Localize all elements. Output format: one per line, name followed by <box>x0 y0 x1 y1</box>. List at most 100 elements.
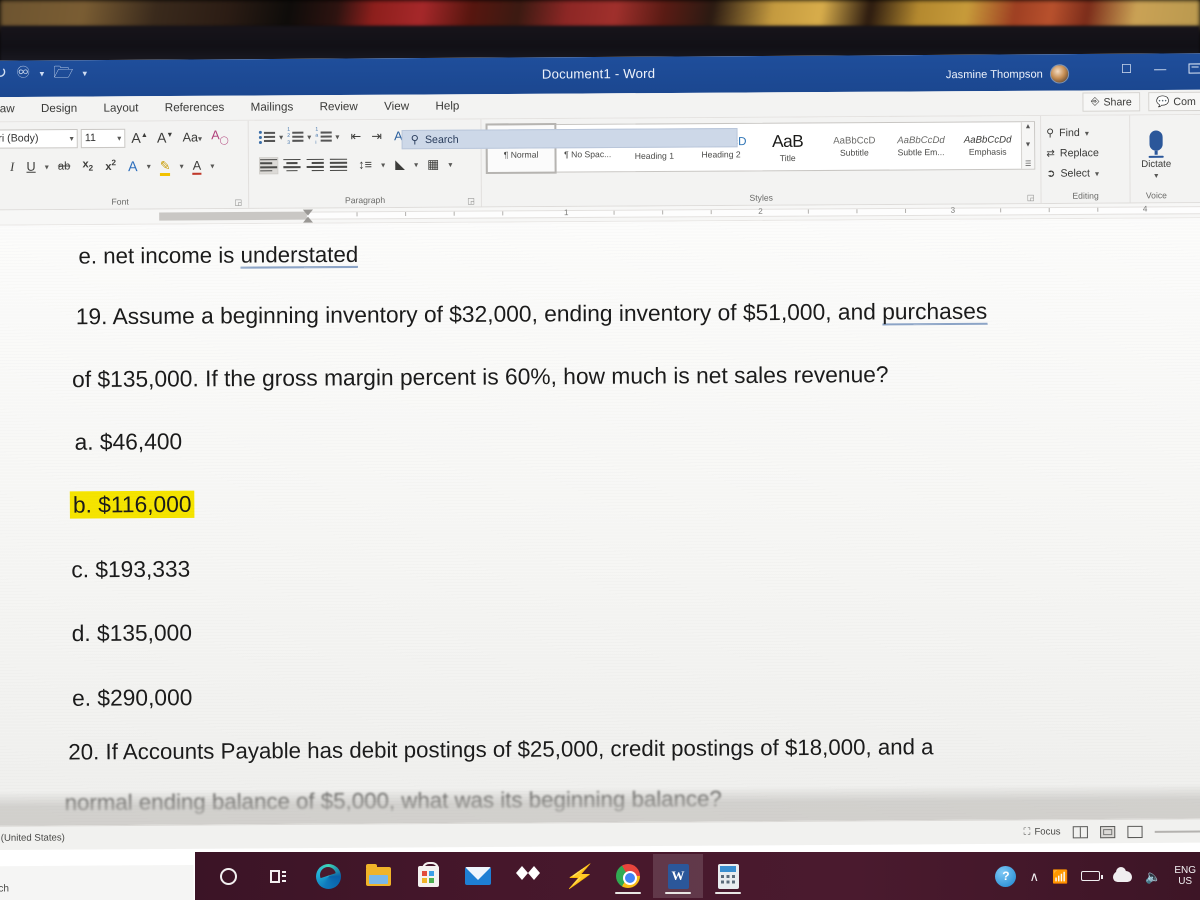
borders-chevron-icon[interactable]: ▾ <box>448 160 452 169</box>
shading-icon[interactable]: ◣ <box>391 156 408 173</box>
more-styles-icon[interactable]: ☰ <box>1022 160 1034 168</box>
tab-references[interactable]: References <box>152 102 238 115</box>
restore-button[interactable] <box>1188 63 1200 74</box>
shazam-icon[interactable]: ⚡ <box>553 854 603 898</box>
font-color-icon[interactable]: A <box>190 157 205 175</box>
scroll-up-icon[interactable]: ▲ <box>1022 123 1034 130</box>
italic-button[interactable]: I <box>7 158 17 175</box>
replace-button[interactable]: ⇄ Replace <box>1046 143 1124 164</box>
style-item-emphasis[interactable]: AaBbCcDd Emphasis <box>954 122 1021 169</box>
wifi-icon[interactable]: 📶 <box>1052 870 1068 883</box>
style-item-subtle-emphasis[interactable]: AaBbCcDd Subtle Em... <box>888 123 955 170</box>
underline-chevron-icon[interactable]: ▾ <box>45 162 49 171</box>
chevron-down-icon[interactable]: ▾ <box>40 68 45 79</box>
paragraph-dialog-launcher-icon[interactable]: ◲ <box>467 196 475 205</box>
font-name-combobox[interactable]: libri (Body) ▾ <box>0 128 78 149</box>
ribbon-display-options-icon[interactable]: ☐ <box>1121 62 1132 76</box>
language-status[interactable]: sh (United States) <box>0 832 65 844</box>
text-effects-button[interactable]: A <box>125 157 141 175</box>
tab-help[interactable]: Help <box>422 100 472 112</box>
justify-button[interactable] <box>329 157 348 172</box>
underline-button[interactable]: U <box>23 158 38 175</box>
customize-qat-icon[interactable]: ▾ <box>83 68 88 79</box>
increase-indent-icon[interactable]: ⇥ <box>368 128 385 145</box>
text-effects-chevron-icon[interactable]: ▾ <box>147 161 151 170</box>
tab-design[interactable]: Design <box>28 103 91 116</box>
align-left-button[interactable] <box>259 156 279 174</box>
account-area[interactable]: Jasmine Thompson <box>946 64 1070 84</box>
subscript-button[interactable]: x2 <box>79 158 96 175</box>
battery-icon[interactable] <box>1081 871 1104 881</box>
line-spacing-icon[interactable]: ↕≡ <box>353 156 375 173</box>
clear-formatting-icon[interactable]: A◯ <box>208 127 232 147</box>
find-chevron-icon[interactable]: ▾ <box>1085 128 1089 137</box>
numbering-icon[interactable]: 123 <box>287 126 304 146</box>
volume-icon[interactable]: 🔈 <box>1145 870 1161 883</box>
shading-chevron-icon[interactable]: ▾ <box>414 160 418 169</box>
dropbox-icon[interactable] <box>503 854 553 898</box>
text-highlight-icon[interactable]: ✎ <box>157 157 174 176</box>
grow-font-button[interactable]: A▲ <box>128 129 151 147</box>
style-item-title[interactable]: AaB Title <box>754 123 821 170</box>
read-mode-button[interactable] <box>1072 825 1088 838</box>
taskbar-search-box[interactable]: ch <box>0 865 194 900</box>
redo-icon[interactable]: ♾ <box>16 64 31 81</box>
calculator-icon[interactable] <box>703 854 753 898</box>
shrink-font-button[interactable]: A▼ <box>154 128 177 146</box>
dictate-chevron-icon[interactable]: ▾ <box>1154 171 1158 180</box>
bullets-chevron-icon[interactable]: ▾ <box>279 132 283 141</box>
select-button[interactable]: ➲ Select ▾ <box>1046 163 1124 184</box>
font-dialog-launcher-icon[interactable]: ◲ <box>234 198 242 207</box>
help-icon[interactable]: ? <box>995 865 1017 887</box>
chevron-down-icon[interactable]: ▾ <box>117 133 121 142</box>
tab-review[interactable]: Review <box>306 101 371 114</box>
edge-icon[interactable] <box>303 854 353 898</box>
task-view-icon[interactable] <box>253 854 303 898</box>
strikethrough-button[interactable]: ab <box>55 159 74 174</box>
styles-dialog-launcher-icon[interactable]: ◲ <box>1027 193 1035 202</box>
borders-icon[interactable]: ▦ <box>424 156 442 173</box>
highlight-chevron-icon[interactable]: ▾ <box>180 161 184 170</box>
share-button[interactable]: ⎆ Share <box>1082 92 1140 112</box>
tab-layout[interactable]: Layout <box>90 102 151 115</box>
style-item-subtitle[interactable]: AaBbCcD Subtitle <box>821 123 888 170</box>
window-controls[interactable]: ☐ — <box>1121 61 1200 76</box>
bullets-icon[interactable] <box>258 130 276 144</box>
font-size-combobox[interactable]: 11 ▾ <box>80 128 126 148</box>
tab-view[interactable]: View <box>371 101 422 113</box>
share-group[interactable]: ⎆ Share 💬 Com <box>1082 91 1200 112</box>
font-color-chevron-icon[interactable]: ▾ <box>210 161 214 170</box>
tab-draw[interactable]: Draw <box>0 103 28 115</box>
microsoft-store-icon[interactable] <box>403 854 453 898</box>
onedrive-icon[interactable] <box>1113 866 1133 882</box>
change-case-button[interactable]: Aa▾ <box>179 129 205 146</box>
first-line-indent-marker[interactable] <box>302 209 314 216</box>
align-right-button[interactable] <box>306 157 324 172</box>
focus-button[interactable]: ⛶ Focus <box>1024 826 1061 837</box>
web-layout-button[interactable] <box>1127 825 1143 838</box>
find-button[interactable]: ⚲ Find ▾ <box>1046 123 1124 144</box>
scroll-down-icon[interactable]: ▼ <box>1022 141 1034 148</box>
tab-mailings[interactable]: Mailings <box>237 101 306 114</box>
select-chevron-icon[interactable]: ▾ <box>1095 169 1099 178</box>
line-spacing-chevron-icon[interactable]: ▾ <box>381 160 385 169</box>
quick-access-toolbar[interactable]: ↻ ♾ ▾ 🗁 ▾ <box>0 64 88 82</box>
avatar[interactable] <box>1049 64 1070 84</box>
minimize-button[interactable]: — <box>1154 62 1166 76</box>
word-icon[interactable]: W <box>653 854 703 898</box>
windows-taskbar[interactable]: ⚡ W ? ∧ 📶 🔈 ENG US <box>195 852 1200 900</box>
multilevel-chevron-icon[interactable]: ▾ <box>335 132 339 141</box>
comments-button[interactable]: 💬 Com <box>1147 91 1200 112</box>
chevron-down-icon[interactable]: ▾ <box>70 134 74 143</box>
mail-icon[interactable] <box>453 854 503 898</box>
hanging-indent-marker[interactable] <box>302 216 314 223</box>
system-tray[interactable]: ? ∧ 📶 🔈 ENG US <box>995 865 1196 888</box>
zoom-slider[interactable] <box>1154 829 1200 833</box>
align-center-button[interactable] <box>283 157 301 172</box>
language-indicator[interactable]: ENG US <box>1174 865 1196 888</box>
document-canvas[interactable]: e. net income is understated 19. Assume … <box>0 218 1200 826</box>
numbering-chevron-icon[interactable]: ▾ <box>307 132 311 141</box>
chrome-icon[interactable] <box>603 854 653 898</box>
decrease-indent-icon[interactable]: ⇤ <box>343 128 364 145</box>
superscript-button[interactable]: x2 <box>102 157 119 175</box>
